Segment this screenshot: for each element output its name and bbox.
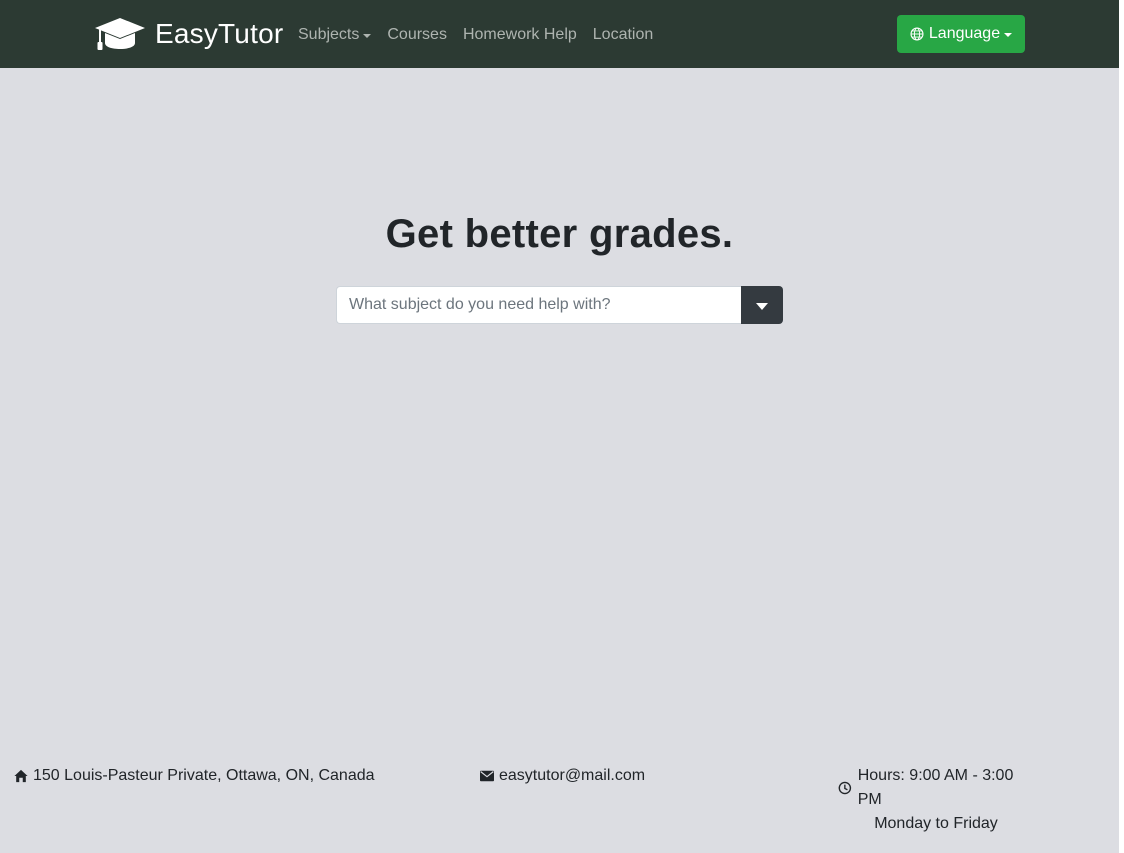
footer-address-text: 150 Louis-Pasteur Private, Ottawa, ON, C… bbox=[33, 767, 375, 784]
language-button[interactable]: Language bbox=[897, 15, 1025, 53]
nav-location[interactable]: Location bbox=[593, 22, 654, 48]
footer-days-text: Monday to Friday bbox=[874, 815, 998, 832]
hero-title: Get better grades. bbox=[385, 212, 734, 256]
footer-hours: Hours: 9:00 AM - 3:00 PM Monday to Frida… bbox=[838, 764, 1038, 836]
brand-name: EasyTutor bbox=[155, 18, 284, 49]
navbar: EasyTutor Subjects Courses Homework Help… bbox=[0, 0, 1119, 68]
clock-icon bbox=[838, 781, 852, 795]
home-icon bbox=[14, 769, 28, 783]
graduation-cap-icon bbox=[95, 18, 145, 50]
language-button-label: Language bbox=[928, 25, 1001, 42]
nav-subjects-dropdown[interactable]: Subjects bbox=[298, 22, 372, 48]
nav-subjects-label: Subjects bbox=[298, 26, 360, 43]
footer-email: easytutor@mail.com bbox=[480, 764, 645, 788]
page-background: EasyTutor Subjects Courses Homework Help… bbox=[0, 0, 1119, 853]
footer-hours-text: Hours: 9:00 AM - 3:00 PM bbox=[857, 767, 1014, 808]
scrollbar-gutter bbox=[1119, 0, 1124, 853]
footer-address: 150 Louis-Pasteur Private, Ottawa, ON, C… bbox=[14, 764, 375, 788]
envelope-icon bbox=[480, 770, 494, 782]
footer-email-text: easytutor@mail.com bbox=[499, 767, 646, 784]
caret-down-icon bbox=[756, 302, 768, 310]
globe-icon bbox=[910, 27, 924, 41]
subject-dropdown-toggle[interactable] bbox=[741, 286, 783, 324]
brand-logo-link[interactable]: EasyTutor bbox=[94, 14, 283, 54]
subject-search-group bbox=[336, 286, 783, 324]
main-nav: Subjects Courses Homework Help Location bbox=[298, 22, 669, 48]
subject-search-input[interactable] bbox=[336, 286, 741, 324]
nav-homework-help[interactable]: Homework Help bbox=[463, 22, 577, 48]
caret-down-icon bbox=[1004, 33, 1013, 37]
caret-down-icon bbox=[363, 34, 372, 38]
nav-courses[interactable]: Courses bbox=[387, 22, 447, 48]
